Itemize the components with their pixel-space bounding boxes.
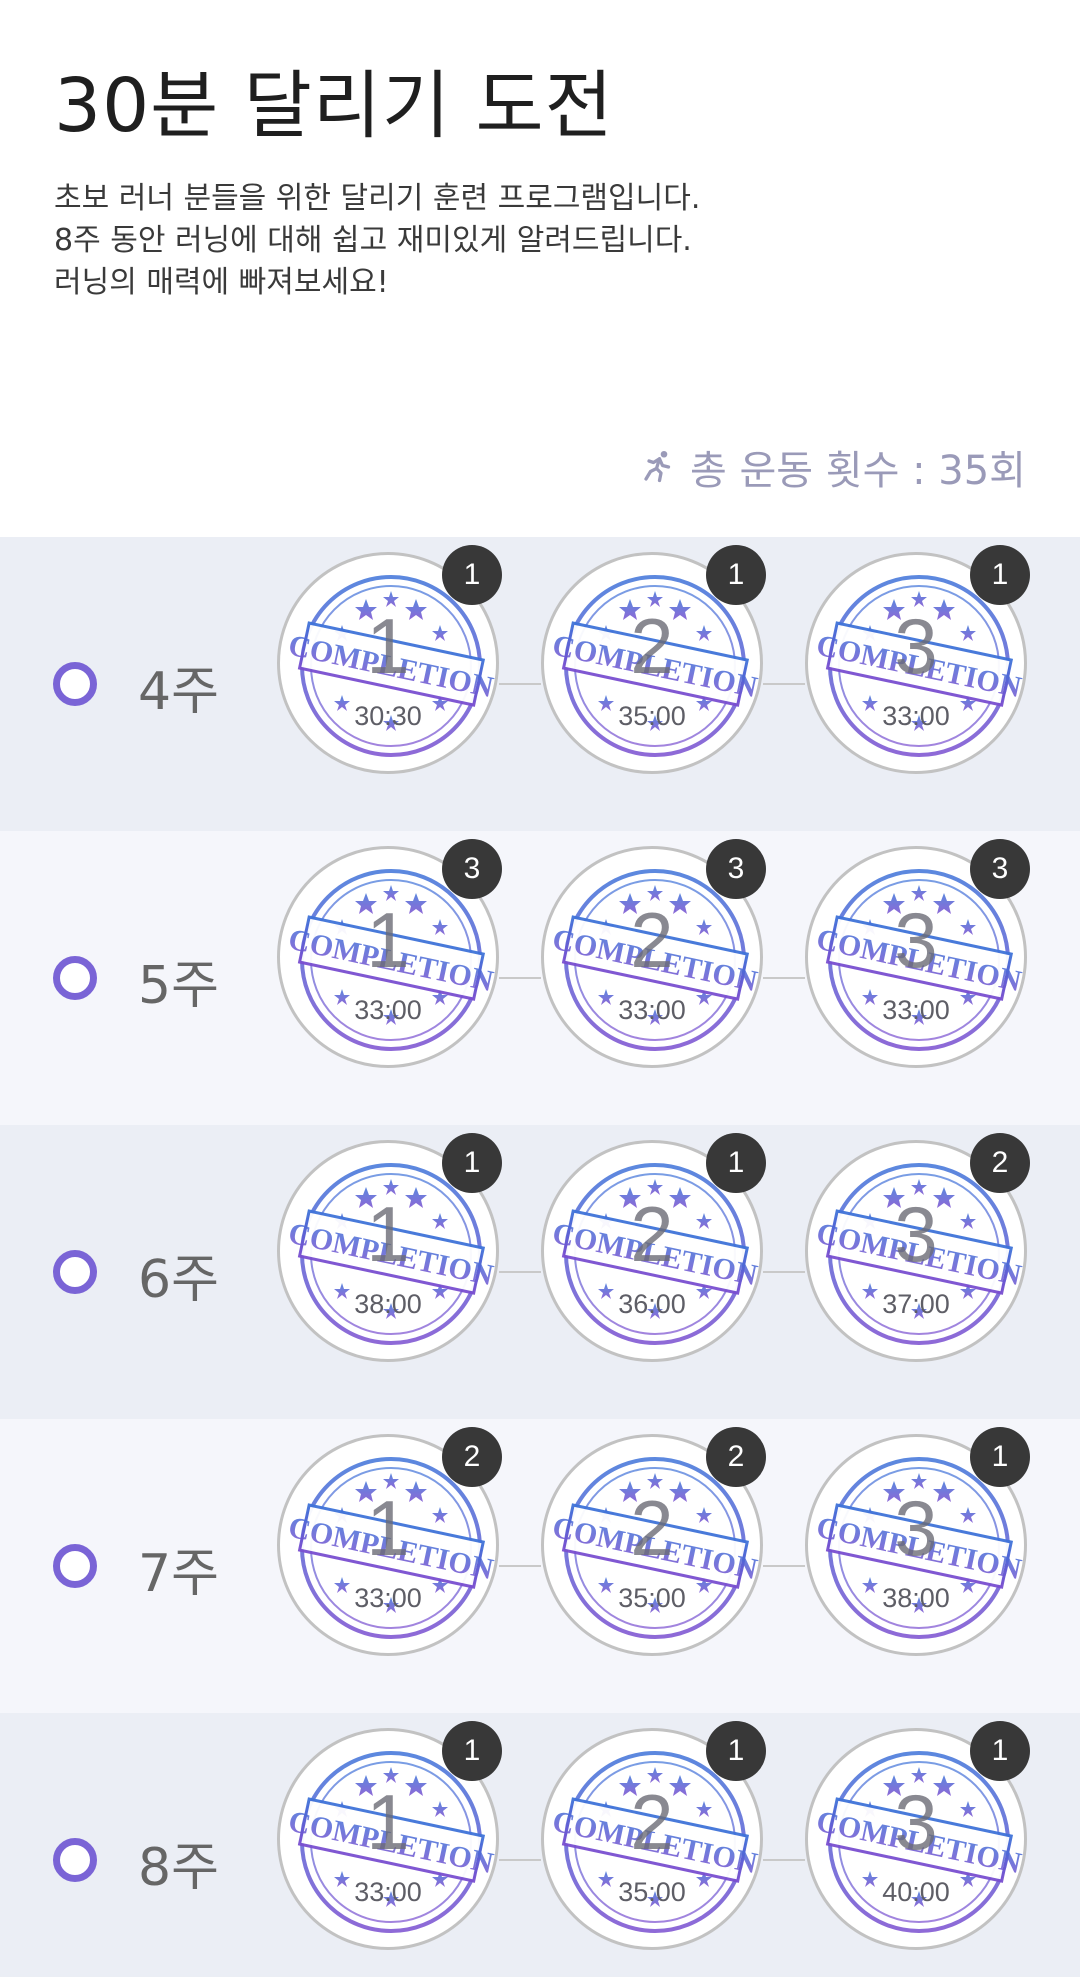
day-time: 33:00 <box>618 995 686 1025</box>
completion-count-badge: 1 <box>970 545 1030 605</box>
description-line: 러닝의 매력에 빠져보세요! <box>54 265 389 300</box>
day-stamp-button[interactable]: COMPLETION 2 35:00 1 <box>541 545 766 774</box>
completion-count-badge: 2 <box>442 1427 502 1487</box>
day-time: 33:00 <box>354 995 422 1025</box>
day-connector <box>499 1859 541 1861</box>
completion-count-badge: 2 <box>706 1427 766 1487</box>
day-number: 1 <box>366 1778 410 1866</box>
completion-count-badge: 3 <box>970 839 1030 899</box>
week-label: 8주 <box>138 1838 219 1898</box>
timeline-dot <box>53 956 97 1000</box>
day-stamp-button[interactable]: COMPLETION 3 38:00 1 <box>805 1427 1030 1656</box>
day-time: 30:30 <box>354 701 422 731</box>
running-person-icon <box>644 450 671 483</box>
day-connector <box>763 1271 805 1273</box>
day-number: 3 <box>894 1778 938 1866</box>
day-connector <box>499 1271 541 1273</box>
day-stamp-button[interactable]: COMPLETION 1 33:00 2 <box>277 1427 502 1656</box>
completion-count-badge: 1 <box>442 1133 502 1193</box>
day-time: 33:00 <box>882 701 950 731</box>
day-stamp-button[interactable]: COMPLETION 2 36:00 1 <box>541 1133 766 1362</box>
completion-count-badge: 1 <box>970 1427 1030 1487</box>
day-stamp-button[interactable]: COMPLETION 3 33:00 1 <box>805 545 1030 774</box>
day-time: 38:00 <box>354 1289 422 1319</box>
day-stamp-button[interactable]: COMPLETION 1 30:30 1 <box>277 545 502 774</box>
day-time: 35:00 <box>618 1877 686 1907</box>
day-stamp-button[interactable]: COMPLETION 2 35:00 1 <box>541 1721 766 1950</box>
week-label: 4주 <box>138 662 219 722</box>
day-stamp-button[interactable]: COMPLETION 3 40:00 1 <box>805 1721 1030 1950</box>
day-time: 40:00 <box>882 1877 950 1907</box>
day-connector <box>763 683 805 685</box>
total-workouts-label: 총 운동 횟수 : 35회 <box>689 448 1026 494</box>
day-stamp-button[interactable]: COMPLETION 2 35:00 2 <box>541 1427 766 1656</box>
day-time: 35:00 <box>618 1583 686 1613</box>
day-number: 3 <box>894 1190 938 1278</box>
timeline-dot <box>53 1250 97 1294</box>
completion-count-badge: 2 <box>970 1133 1030 1193</box>
day-time: 38:00 <box>882 1583 950 1613</box>
day-time: 36:00 <box>618 1289 686 1319</box>
page-title: 30분 달리기 도전 <box>54 63 614 149</box>
program-description: 초보 러너 분들을 위한 달리기 훈련 프로그램입니다. 8주 동안 러닝에 대… <box>54 178 700 304</box>
program-header: 30분 달리기 도전 초보 러너 분들을 위한 달리기 훈련 프로그램입니다. … <box>0 0 1080 537</box>
day-time: 35:00 <box>618 701 686 731</box>
day-connector <box>763 977 805 979</box>
week-row: 8주 COMPLETION 1 33:00 1 COMPLETION 2 35:00 1 COMP… <box>0 1713 1080 1977</box>
description-line: 8주 동안 러닝에 대해 쉽고 재미있게 알려드립니다. <box>54 223 692 258</box>
completion-count-badge: 1 <box>706 1721 766 1781</box>
week-label: 5주 <box>138 956 219 1016</box>
day-stamp-button[interactable]: COMPLETION 1 33:00 3 <box>277 839 502 1068</box>
description-line: 초보 러너 분들을 위한 달리기 훈련 프로그램입니다. <box>54 181 701 216</box>
day-time: 33:00 <box>882 995 950 1025</box>
day-number: 3 <box>894 602 938 690</box>
completion-count-badge: 1 <box>706 545 766 605</box>
week-row: 4주 COMPLETION 1 30:30 1 COMPLETION 2 35:00 1 COMP… <box>0 537 1080 831</box>
week-list: 4주 COMPLETION 1 30:30 1 COMPLETION 2 35:00 1 COMP… <box>0 537 1080 1977</box>
completion-count-badge: 3 <box>442 839 502 899</box>
day-number: 1 <box>366 1190 410 1278</box>
completion-count-badge: 1 <box>706 1133 766 1193</box>
day-number: 2 <box>630 1778 674 1866</box>
day-time: 37:00 <box>882 1289 950 1319</box>
day-connector <box>763 1565 805 1567</box>
day-time: 33:00 <box>354 1583 422 1613</box>
day-number: 2 <box>630 1190 674 1278</box>
week-label: 7주 <box>138 1544 219 1604</box>
day-stamp-button[interactable]: COMPLETION 3 33:00 3 <box>805 839 1030 1068</box>
day-connector <box>499 683 541 685</box>
day-connector <box>763 1859 805 1861</box>
timeline-dot <box>53 1544 97 1588</box>
completion-count-badge: 1 <box>970 1721 1030 1781</box>
completion-count-badge: 1 <box>442 1721 502 1781</box>
week-label: 6주 <box>138 1250 219 1310</box>
day-number: 2 <box>630 896 674 984</box>
day-time: 33:00 <box>354 1877 422 1907</box>
completion-count-badge: 3 <box>706 839 766 899</box>
day-connector <box>499 1565 541 1567</box>
day-stamp-button[interactable]: COMPLETION 2 33:00 3 <box>541 839 766 1068</box>
week-row: 6주 COMPLETION 1 38:00 1 COMPLETION 2 36:00 1 COMP… <box>0 1125 1080 1419</box>
day-number: 1 <box>366 896 410 984</box>
day-stamp-button[interactable]: COMPLETION 1 33:00 1 <box>277 1721 502 1950</box>
day-number: 3 <box>894 896 938 984</box>
day-number: 1 <box>366 602 410 690</box>
week-row: 5주 COMPLETION 1 33:00 3 COMPLETION 2 33:00 3 COMP… <box>0 831 1080 1125</box>
day-number: 3 <box>894 1484 938 1572</box>
day-number: 2 <box>630 602 674 690</box>
total-workouts: 총 운동 횟수 : 35회 <box>640 438 1026 496</box>
completion-count-badge: 1 <box>442 545 502 605</box>
week-row: 7주 COMPLETION 1 33:00 2 COMPLETION 2 35:00 2 COMP… <box>0 1419 1080 1713</box>
day-stamp-button[interactable]: COMPLETION 1 38:00 1 <box>277 1133 502 1362</box>
day-stamp-button[interactable]: COMPLETION 3 37:00 2 <box>805 1133 1030 1362</box>
day-number: 1 <box>366 1484 410 1572</box>
timeline-dot <box>53 1838 97 1882</box>
timeline-dot <box>53 662 97 706</box>
day-number: 2 <box>630 1484 674 1572</box>
day-connector <box>499 977 541 979</box>
